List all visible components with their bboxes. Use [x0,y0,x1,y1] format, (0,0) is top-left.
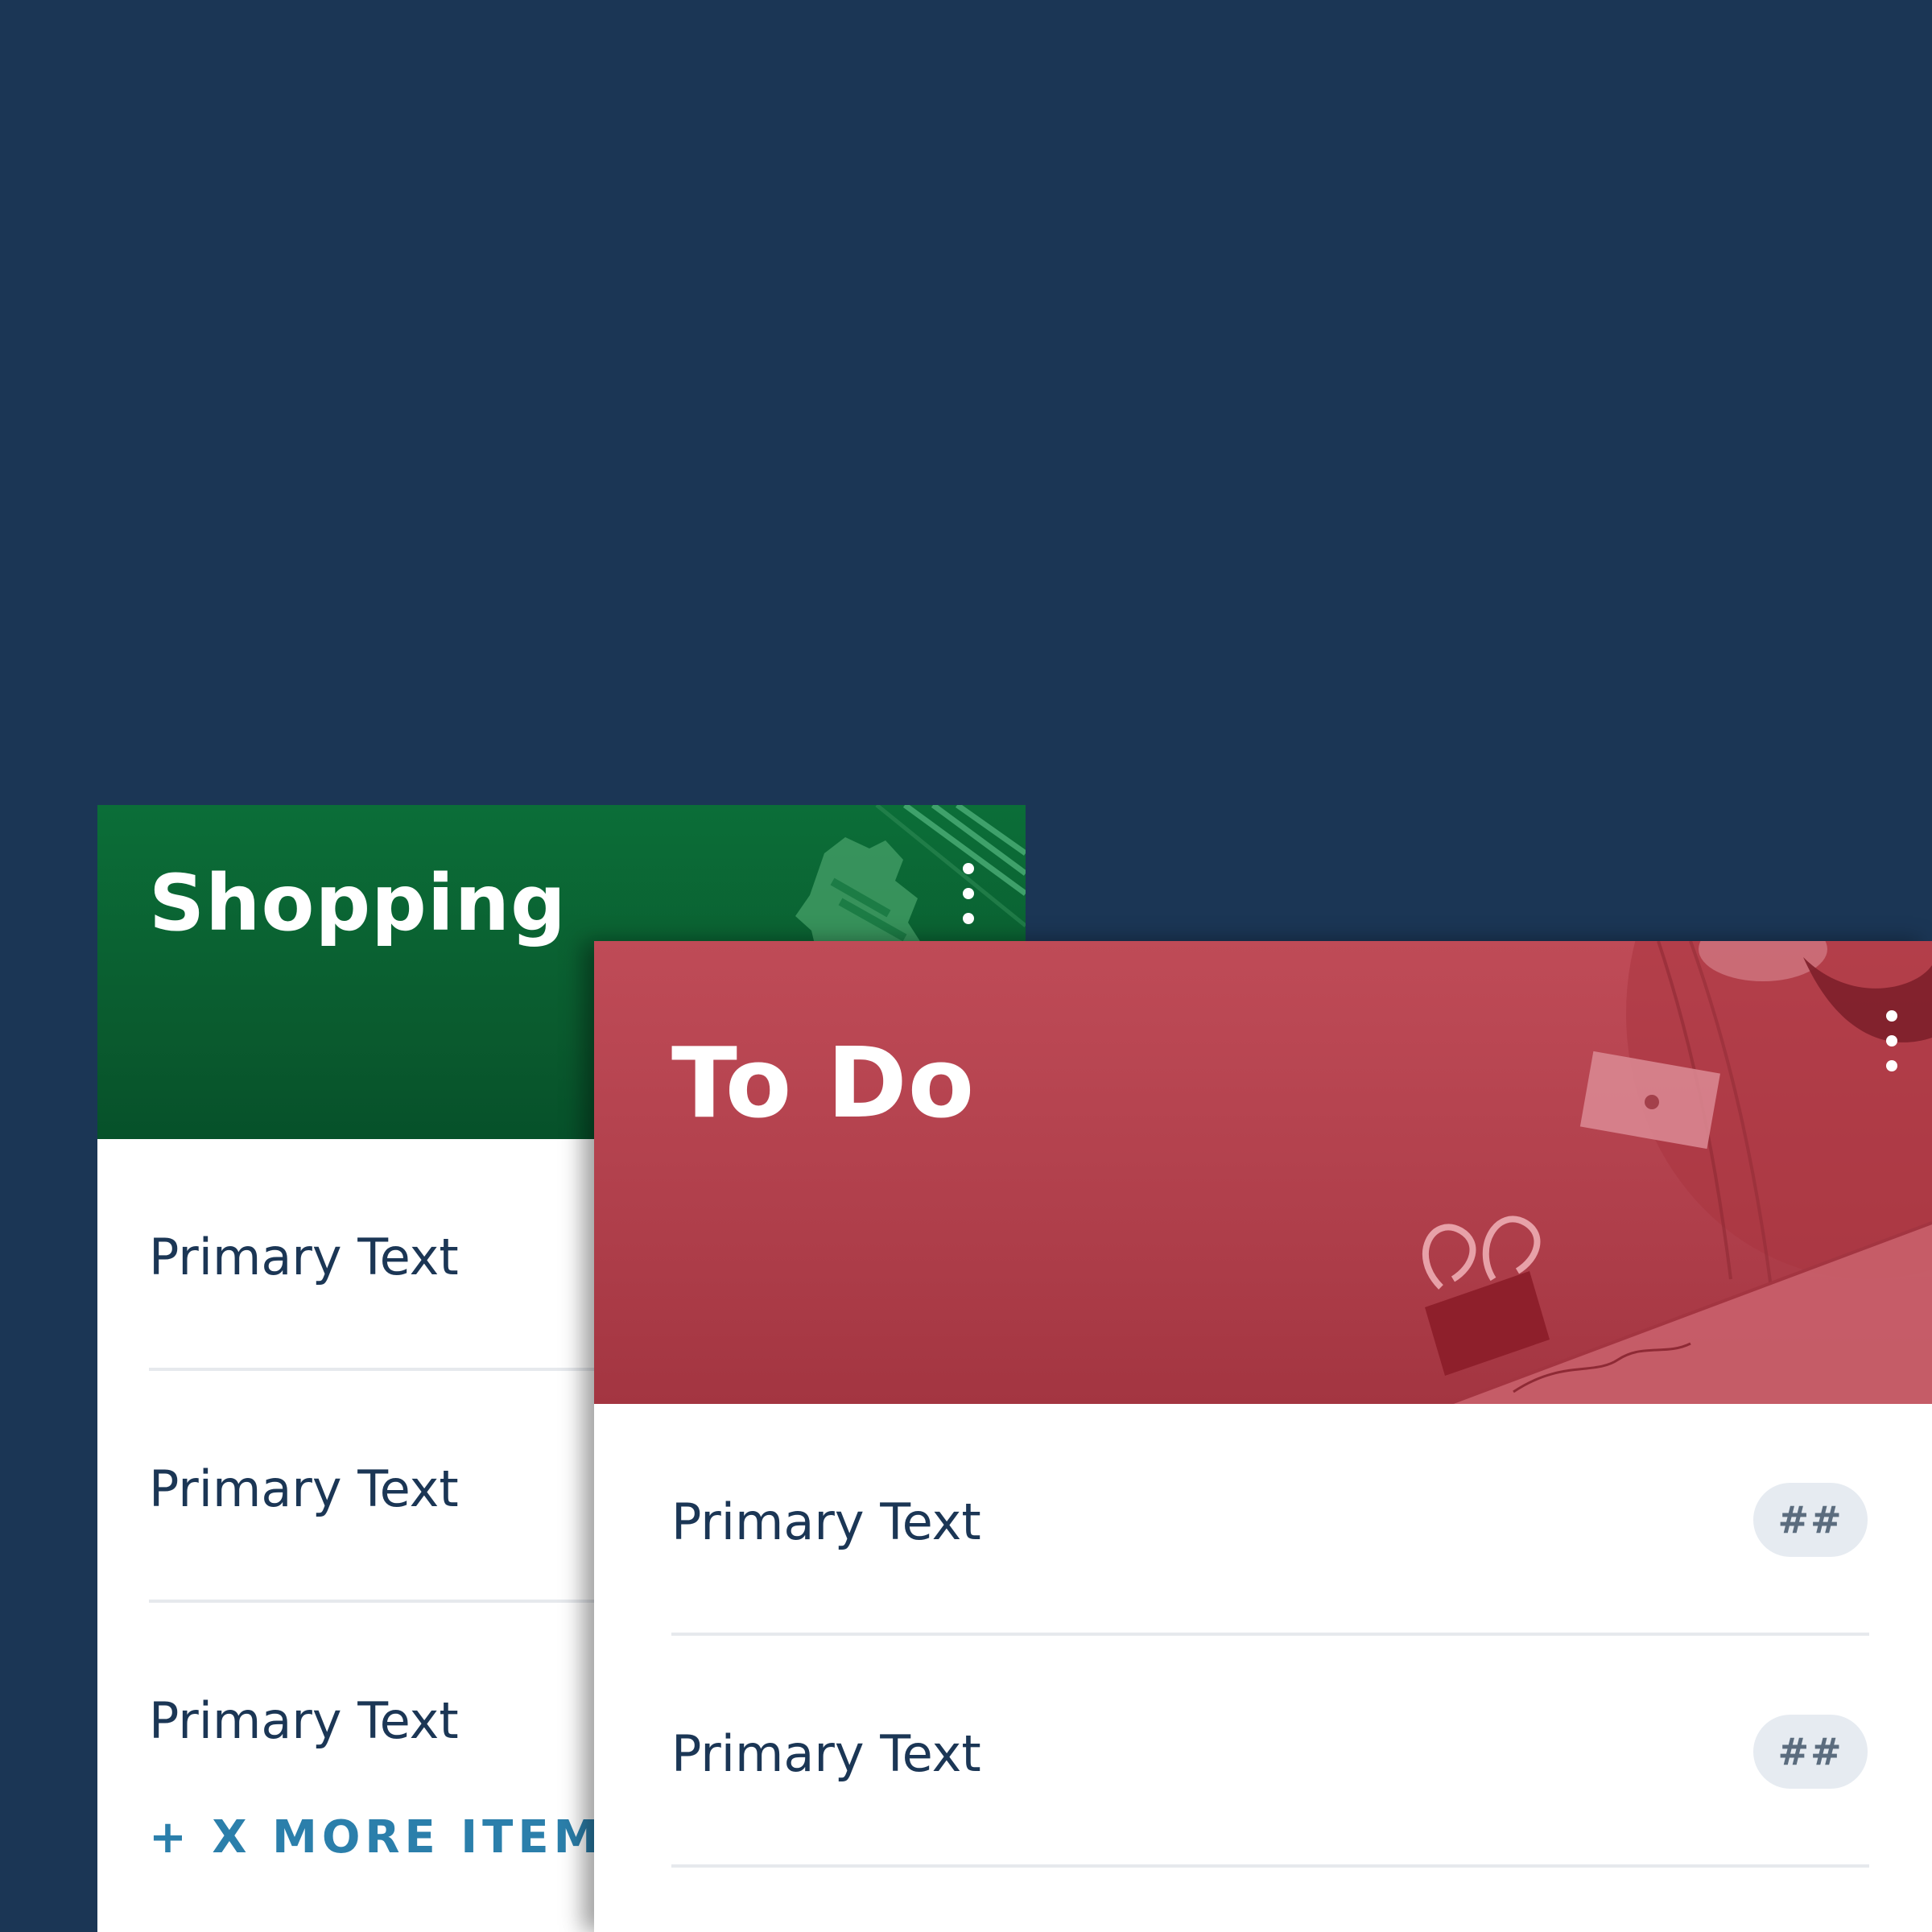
list-item-primary-text: Primary Text [149,1459,459,1518]
todo-list-item[interactable]: Primary Text ## [594,1404,1932,1636]
todo-card-header: To Do [594,941,1932,1404]
shopping-card-title: Shopping [149,858,567,948]
todo-list-item[interactable]: Primary Text ## [594,1636,1932,1868]
list-item-primary-text: Primary Text [149,1228,459,1286]
list-item-primary-text: Primary Text [671,1492,981,1551]
count-badge: ## [1753,1483,1868,1557]
todo-list-card[interactable]: To Do Primary Text ## Primary Text ## [594,941,1932,1932]
count-badge: ## [1753,1715,1868,1789]
more-vertical-icon[interactable] [1876,1001,1908,1081]
more-vertical-icon[interactable] [952,853,985,934]
divider [671,1864,1869,1868]
more-items-link[interactable]: + X MORE ITEMS [149,1811,641,1864]
list-item-primary-text: Primary Text [149,1691,459,1750]
todo-card-title: To Do [671,1028,976,1140]
list-item-primary-text: Primary Text [671,1724,981,1783]
desk-supplies-illustration [1422,941,1932,1404]
